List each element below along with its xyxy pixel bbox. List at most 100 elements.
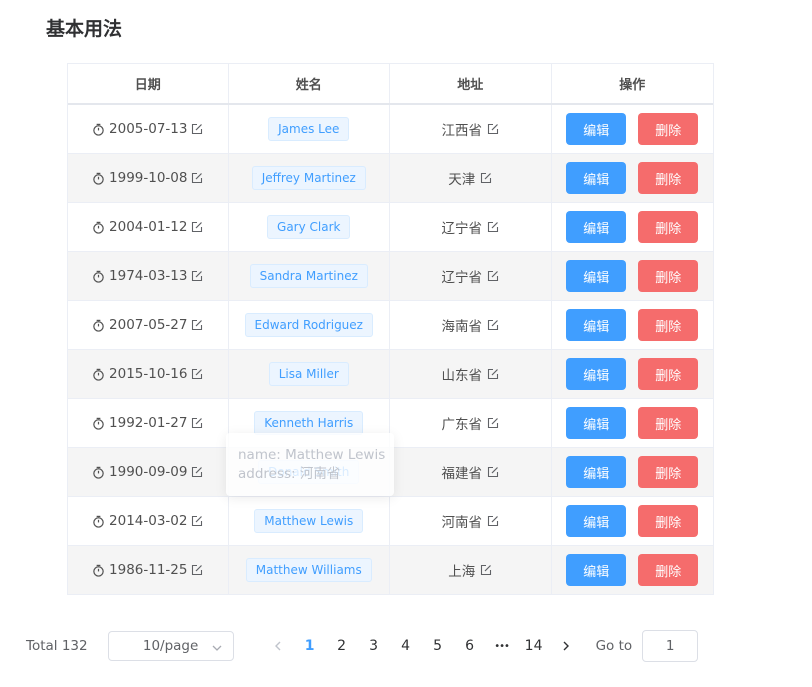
cell-actions: 编辑 删除	[552, 203, 714, 251]
edit-icon[interactable]	[191, 319, 203, 331]
edit-icon[interactable]	[191, 417, 203, 429]
prev-page-button[interactable]	[262, 640, 294, 652]
goto-page-input[interactable]	[642, 630, 699, 662]
edit-icon[interactable]	[487, 123, 499, 135]
name-tag[interactable]: Gary Clark	[267, 215, 351, 239]
header-actions: 操作	[619, 78, 646, 93]
timer-icon	[92, 515, 105, 528]
name-tag[interactable]: Kenneth Harris	[254, 411, 364, 435]
edit-icon[interactable]	[487, 270, 499, 282]
page-3[interactable]: 3	[358, 638, 390, 654]
edit-button[interactable]: 编辑	[566, 505, 627, 537]
cell-date: 2015-10-16	[68, 350, 229, 398]
table-body: 2005-07-13 James Lee 江西省 编辑 删除 1999-10-08 Jeff…	[68, 105, 713, 595]
edit-icon[interactable]	[480, 172, 492, 184]
cell-date: 1974-03-13	[68, 252, 229, 300]
edit-icon[interactable]	[191, 123, 203, 135]
data-table: 日期 姓名 地址 操作 2005-07-13 James Lee 江西省 编辑 删除 19…	[67, 63, 714, 595]
cell-name: Matthew Williams	[229, 546, 390, 594]
edit-icon[interactable]	[191, 515, 203, 527]
delete-button[interactable]: 删除	[638, 505, 699, 537]
cell-actions: 编辑 删除	[552, 154, 714, 202]
name-tag[interactable]: Lisa Miller	[268, 362, 349, 386]
address-text: 辽宁省	[441, 221, 483, 237]
chevron-down-icon	[211, 642, 223, 658]
table-row: 2007-05-27 Edward Rodriguez 海南省 编辑 删除	[68, 301, 713, 350]
delete-button[interactable]: 删除	[638, 358, 699, 390]
edit-button[interactable]: 编辑	[566, 113, 627, 145]
cell-name: Sandra Martinez	[229, 252, 390, 300]
delete-button[interactable]: 删除	[638, 162, 699, 194]
date-text: 2005-07-13	[109, 121, 188, 137]
address-text: 广东省	[441, 417, 483, 433]
date-text: 2007-05-27	[109, 317, 188, 333]
delete-button[interactable]: 删除	[638, 260, 699, 292]
table-row: 1974-03-13 Sandra Martinez 辽宁省 编辑 删除	[68, 252, 713, 301]
cell-name: Lisa Miller	[229, 350, 390, 398]
name-tag[interactable]: Matthew Lewis	[254, 509, 364, 533]
delete-button[interactable]: 删除	[638, 554, 699, 586]
edit-button[interactable]: 编辑	[566, 407, 627, 439]
page-4[interactable]: 4	[390, 638, 422, 654]
address-text: 福建省	[441, 466, 483, 482]
address-text: 海南省	[441, 319, 483, 335]
cell-actions: 编辑 删除	[552, 252, 714, 300]
edit-icon[interactable]	[487, 221, 499, 233]
edit-icon[interactable]	[487, 417, 499, 429]
more-pages-ellipsis[interactable]: •••	[486, 641, 518, 652]
cell-date: 2005-07-13	[68, 105, 229, 153]
edit-button[interactable]: 编辑	[566, 211, 627, 243]
delete-button[interactable]: 删除	[638, 211, 699, 243]
edit-icon[interactable]	[191, 564, 203, 576]
date-text: 1999-10-08	[109, 170, 188, 186]
page-6[interactable]: 6	[454, 638, 486, 654]
edit-icon[interactable]	[487, 515, 499, 527]
name-tag[interactable]: Sandra Martinez	[249, 264, 368, 288]
edit-icon[interactable]	[191, 172, 203, 184]
edit-icon[interactable]	[191, 466, 203, 478]
edit-icon[interactable]	[487, 319, 499, 331]
edit-icon[interactable]	[191, 368, 203, 380]
edit-button[interactable]: 编辑	[566, 162, 627, 194]
name-tag[interactable]: James Lee	[268, 117, 350, 141]
edit-button[interactable]: 编辑	[566, 456, 627, 488]
timer-icon	[92, 319, 105, 332]
cell-address: 广东省	[390, 399, 552, 447]
edit-button[interactable]: 编辑	[566, 358, 627, 390]
table-row: 2014-03-02 Matthew Lewis 河南省 编辑 删除	[68, 497, 713, 546]
name-tag[interactable]: Matthew Williams	[245, 558, 372, 582]
pagination-total: Total 132	[26, 638, 88, 654]
page-title: 基本用法	[46, 18, 123, 40]
delete-button[interactable]: 删除	[638, 407, 699, 439]
edit-icon[interactable]	[487, 466, 499, 478]
edit-icon[interactable]	[191, 221, 203, 233]
cell-address: 海南省	[390, 301, 552, 349]
next-page-button[interactable]	[550, 640, 582, 652]
delete-button[interactable]: 删除	[638, 309, 699, 341]
date-text: 2015-10-16	[109, 366, 188, 382]
address-text: 天津	[448, 172, 476, 188]
cell-actions: 编辑 删除	[552, 497, 714, 545]
edit-button[interactable]: 编辑	[566, 260, 627, 292]
header-date: 日期	[68, 64, 229, 103]
name-tag[interactable]: Jeffrey Martinez	[251, 166, 366, 190]
page-size-select[interactable]: 10/page	[107, 631, 234, 661]
page-1[interactable]: 1	[294, 638, 326, 654]
edit-button[interactable]: 编辑	[566, 309, 627, 341]
timer-icon	[92, 270, 105, 283]
cell-address: 天津	[390, 154, 552, 202]
page-last[interactable]: 14	[518, 638, 550, 654]
name-tag[interactable]: Edward Rodriguez	[244, 313, 373, 337]
edit-icon[interactable]	[480, 564, 492, 576]
popover-name: name: Matthew Lewis	[238, 447, 386, 463]
edit-icon[interactable]	[487, 368, 499, 380]
page-2[interactable]: 2	[326, 638, 358, 654]
delete-button[interactable]: 删除	[638, 456, 699, 488]
edit-icon[interactable]	[191, 270, 203, 282]
page-size-value: 10/page	[142, 638, 199, 654]
cell-date: 2014-03-02	[68, 497, 229, 545]
edit-button[interactable]: 编辑	[566, 554, 627, 586]
page-5[interactable]: 5	[422, 638, 454, 654]
delete-button[interactable]: 删除	[638, 113, 699, 145]
cell-date: 1999-10-08	[68, 154, 229, 202]
